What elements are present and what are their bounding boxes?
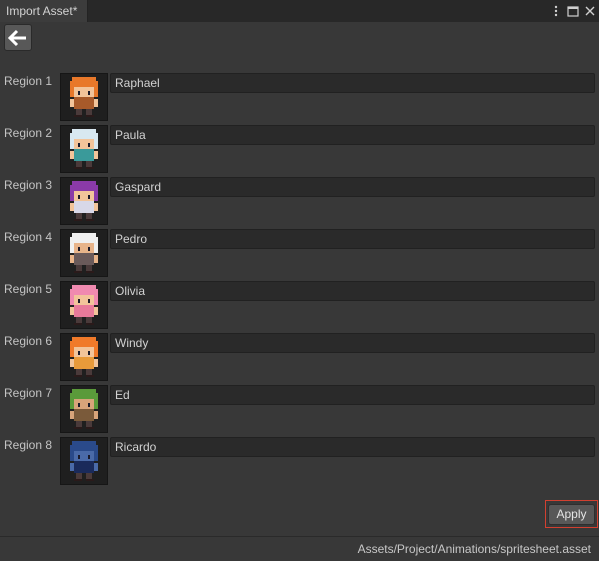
import-asset-window: Import Asset* Region 1Region 2Region 3Re… [0, 0, 599, 561]
arrow-left-icon [8, 29, 26, 46]
region-row: Region 6 [0, 333, 599, 385]
region-label: Region 6 [4, 334, 53, 348]
character-sprite-icon [70, 441, 98, 481]
region-row: Region 4 [0, 229, 599, 281]
character-sprite-icon [70, 77, 98, 117]
region-name-input[interactable] [110, 385, 595, 405]
region-name-input[interactable] [110, 177, 595, 197]
sprite-thumbnail[interactable] [60, 125, 108, 173]
asset-path: Assets/Project/Animations/spritesheet.as… [357, 542, 591, 556]
sprite-thumbnail[interactable] [60, 281, 108, 329]
region-label: Region 8 [4, 438, 53, 452]
region-name-input[interactable] [110, 333, 595, 353]
divider [0, 536, 599, 537]
region-label: Region 7 [4, 386, 53, 400]
sprite-thumbnail[interactable] [60, 333, 108, 381]
region-row: Region 2 [0, 125, 599, 177]
character-sprite-icon [70, 337, 98, 377]
window-controls [549, 0, 597, 22]
region-label: Region 4 [4, 230, 53, 244]
region-row: Region 3 [0, 177, 599, 229]
region-name-input[interactable] [110, 437, 595, 457]
character-sprite-icon [70, 285, 98, 325]
sprite-thumbnail[interactable] [60, 437, 108, 485]
region-label: Region 5 [4, 282, 53, 296]
region-row: Region 8 [0, 437, 599, 489]
sprite-thumbnail[interactable] [60, 73, 108, 121]
close-icon[interactable] [583, 4, 597, 18]
sprite-thumbnail[interactable] [60, 385, 108, 433]
region-name-input[interactable] [110, 229, 595, 249]
region-row: Region 5 [0, 281, 599, 333]
sprite-thumbnail[interactable] [60, 177, 108, 225]
character-sprite-icon [70, 389, 98, 429]
region-label: Region 1 [4, 74, 53, 88]
region-name-input[interactable] [110, 281, 595, 301]
back-button[interactable] [4, 24, 32, 51]
apply-button[interactable]: Apply [548, 503, 595, 525]
region-row: Region 7 [0, 385, 599, 437]
region-name-input[interactable] [110, 73, 595, 93]
tab-import-asset[interactable]: Import Asset* [0, 0, 88, 22]
title-bar: Import Asset* [0, 0, 599, 22]
region-label: Region 2 [4, 126, 53, 140]
region-label: Region 3 [4, 178, 53, 192]
region-name-input[interactable] [110, 125, 595, 145]
maximize-icon[interactable] [566, 4, 580, 18]
sprite-thumbnail[interactable] [60, 229, 108, 277]
more-vert-icon[interactable] [549, 4, 563, 18]
region-list: Region 1 Region 2 Region 3 Region 4 Region 5… [0, 73, 599, 489]
character-sprite-icon [70, 181, 98, 221]
apply-highlight: Apply [545, 500, 598, 528]
character-sprite-icon [70, 233, 98, 273]
character-sprite-icon [70, 129, 98, 169]
region-row: Region 1 [0, 73, 599, 125]
